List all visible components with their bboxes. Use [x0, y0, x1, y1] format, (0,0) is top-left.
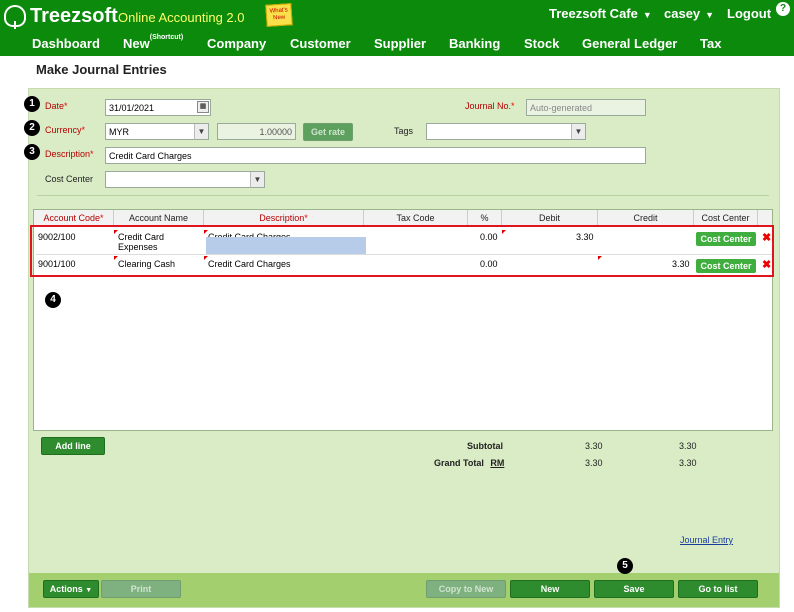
subtotal-debit: 3.30 — [585, 441, 603, 451]
cost-center-label: Cost Center — [45, 174, 94, 184]
whats-new-note[interactable]: What's New — [265, 3, 293, 27]
journal-entry-link[interactable]: Journal Entry — [680, 535, 733, 545]
grand-total-label: Grand Total RM — [434, 458, 505, 468]
journal-no-field[interactable]: Auto-generated — [526, 99, 646, 116]
logout-link[interactable]: Logout — [727, 6, 771, 21]
get-rate-button[interactable]: Get rate — [303, 123, 353, 141]
nav-customer[interactable]: Customer — [290, 36, 351, 51]
cost-center-select[interactable]: ▼ — [105, 171, 265, 188]
rows-highlight-outline — [30, 225, 774, 277]
tree-icon — [4, 5, 26, 29]
date-label: Date* — [45, 101, 68, 111]
save-button[interactable]: Save — [594, 580, 674, 598]
currency-link[interactable]: RM — [490, 458, 504, 468]
chevron-down-icon: ▼ — [85, 587, 93, 594]
user-name: casey — [664, 6, 701, 21]
main-nav: Dashboard New(Shortcut) Company Customer… — [0, 34, 794, 56]
add-line-button[interactable]: Add line — [41, 437, 105, 455]
treezsoft-logo[interactable]: Treezsoft — [4, 4, 118, 29]
subtotal-credit: 3.30 — [679, 441, 697, 451]
actions-menu-button[interactable]: Actions ▼ — [43, 580, 99, 598]
chevron-down-icon: ▼ — [571, 124, 585, 139]
subtotal-label: Subtotal — [467, 441, 503, 451]
journal-no-label: Journal No.* — [465, 101, 515, 111]
product-name: Online Accounting 2.0 — [118, 10, 245, 25]
chevron-down-icon: ▼ — [250, 172, 264, 187]
nav-dashboard[interactable]: Dashboard — [32, 36, 100, 51]
logo-text: Treezsoft — [30, 4, 118, 27]
exchange-rate-field[interactable]: 1.00000 — [217, 123, 296, 140]
top-bar: Treezsoft Online Accounting 2.0 What's N… — [0, 0, 794, 56]
print-button[interactable]: Print — [101, 580, 181, 598]
description-field[interactable]: Credit Card Charges — [105, 147, 646, 164]
step-badge-5: 5 — [617, 558, 633, 574]
grand-total-debit: 3.30 — [585, 458, 603, 468]
go-to-list-button[interactable]: Go to list — [678, 580, 758, 598]
copy-to-new-button[interactable]: Copy to New — [426, 580, 506, 598]
journal-form-panel: Date* 31/01/2021 ▦ Journal No.* Auto-gen… — [28, 88, 780, 608]
step-badge-3: 3 — [24, 144, 40, 160]
nav-general-ledger[interactable]: General Ledger — [582, 36, 677, 51]
currency-select[interactable]: MYR ▼ — [105, 123, 209, 140]
chevron-down-icon: ▼ — [642, 10, 652, 20]
nav-new-label: New — [123, 36, 150, 51]
calendar-icon[interactable]: ▦ — [197, 101, 209, 113]
chevron-down-icon: ▼ — [194, 124, 208, 139]
form-divider — [37, 195, 769, 196]
help-icon[interactable]: ? — [776, 2, 790, 16]
page-title: Make Journal Entries — [36, 62, 167, 77]
nav-stock[interactable]: Stock — [524, 36, 559, 51]
chevron-down-icon: ▼ — [705, 10, 715, 20]
nav-company[interactable]: Company — [207, 36, 266, 51]
nav-new-shortcut: (Shortcut) — [149, 34, 184, 41]
grand-total-credit: 3.30 — [679, 458, 697, 468]
nav-banking[interactable]: Banking — [449, 36, 500, 51]
step-badge-2: 2 — [24, 120, 40, 136]
step-badge-4: 4 — [45, 292, 61, 308]
tags-label: Tags — [394, 126, 414, 136]
nav-tax[interactable]: Tax — [700, 36, 721, 51]
nav-supplier[interactable]: Supplier — [374, 36, 426, 51]
step-badge-1: 1 — [24, 96, 40, 112]
description-label: Description* — [45, 149, 94, 159]
nav-new[interactable]: New(Shortcut) — [123, 34, 184, 51]
company-name: Treezsoft Cafe — [549, 6, 638, 21]
tags-select[interactable]: ▼ — [426, 123, 586, 140]
company-menu[interactable]: Treezsoft Cafe ▼ — [549, 6, 652, 21]
currency-label: Currency* — [45, 125, 86, 135]
footer-action-bar: Actions ▼ Print Copy to New New Save Go … — [29, 573, 779, 607]
user-menu[interactable]: casey ▼ — [664, 6, 714, 21]
date-field[interactable]: 31/01/2021 ▦ — [105, 99, 211, 116]
new-button[interactable]: New — [510, 580, 590, 598]
